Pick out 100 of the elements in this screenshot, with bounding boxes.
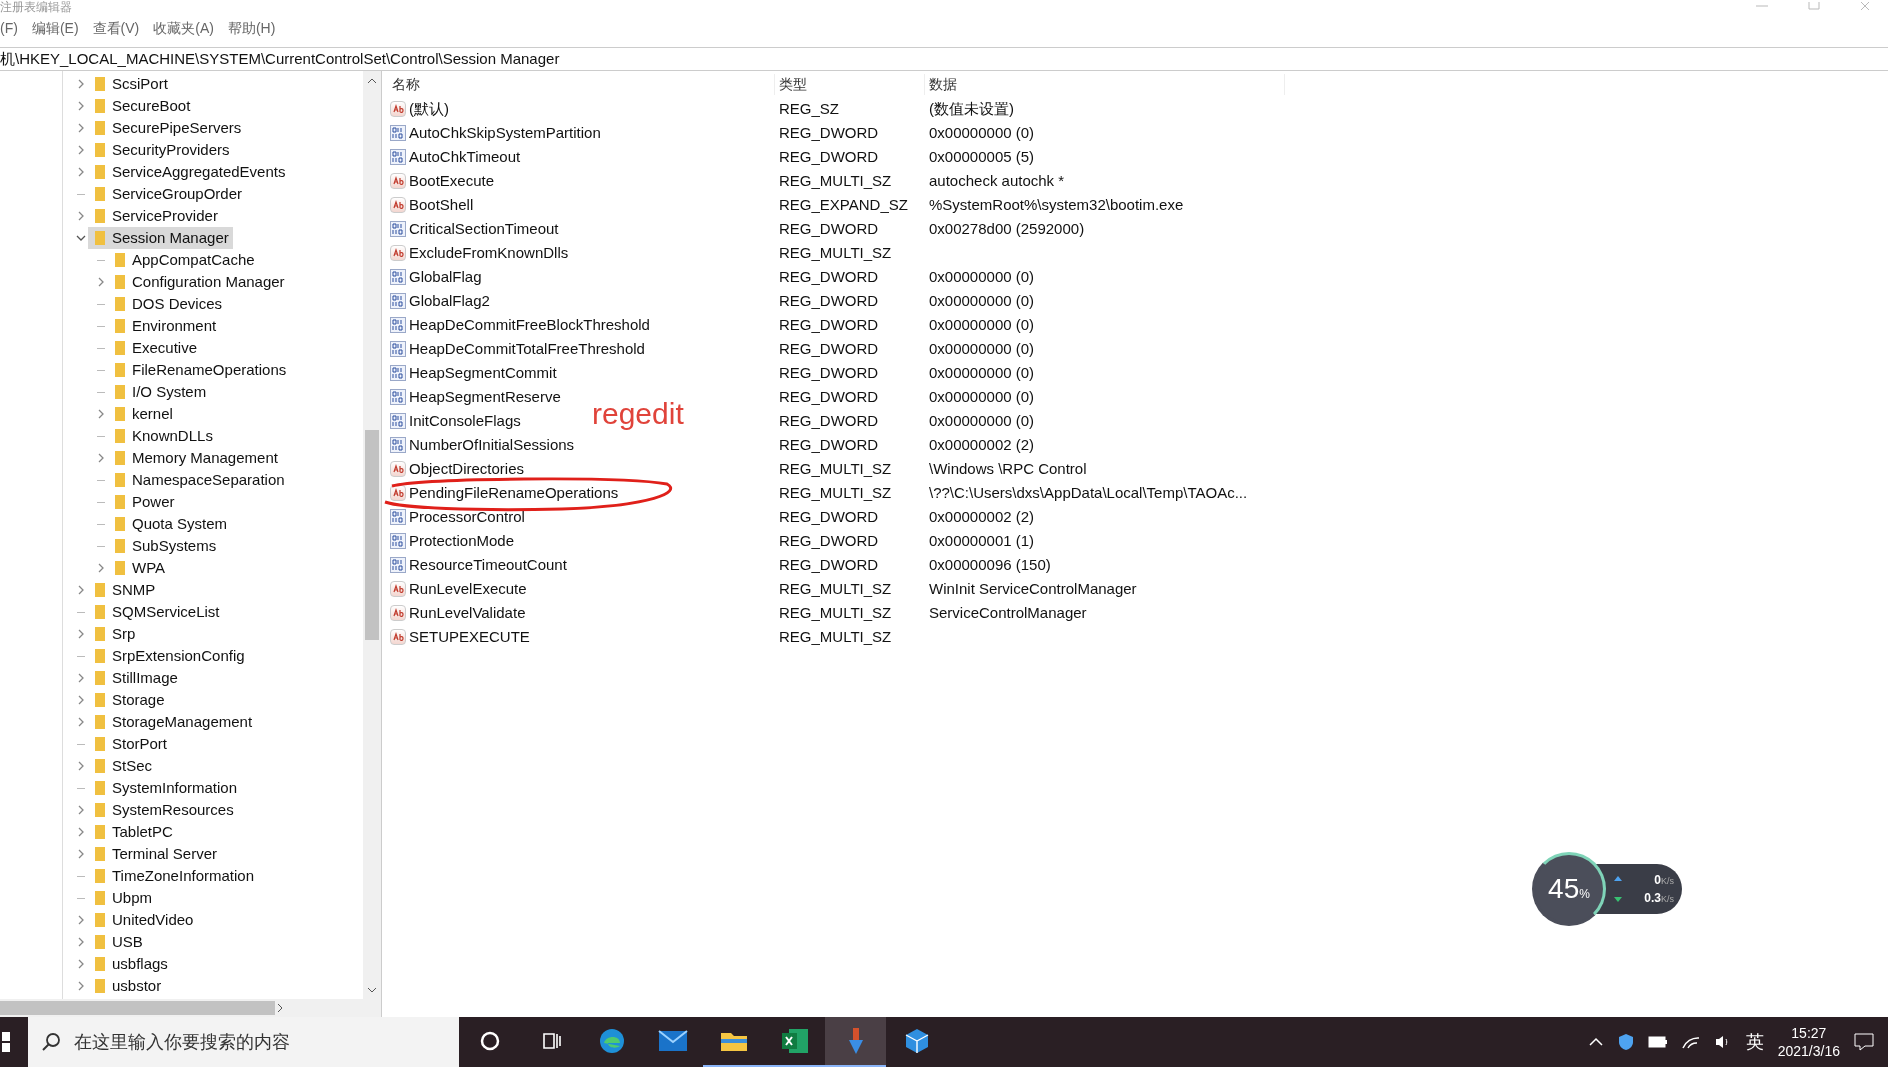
tree-item[interactable]: USB (88, 931, 147, 953)
value-name[interactable]: ObjectDirectories (409, 457, 525, 481)
tree-item[interactable]: SecureBoot (88, 95, 195, 117)
folder-icon (94, 978, 106, 994)
tree-item[interactable]: I/O System (108, 381, 211, 403)
tree-item[interactable]: Session Manager (88, 227, 233, 249)
tree-item[interactable]: ScsiPort (88, 73, 172, 95)
scrollbar-thumb[interactable] (0, 1001, 276, 1015)
tree-item[interactable]: Memory Management (108, 447, 282, 469)
tree-item[interactable]: NamespaceSeparation (108, 469, 289, 491)
table-cell-text: ServiceControlManager (928, 602, 1087, 623)
tree-item[interactable]: Ubpm (88, 887, 156, 909)
folder-icon (94, 670, 106, 686)
value-name[interactable]: AutoChkTimeout (409, 145, 521, 169)
tree-item[interactable]: usbflags (88, 953, 172, 975)
table-cell-text: 0x00000005 (5) (928, 146, 1035, 167)
tree-item[interactable]: TimeZoneInformation (88, 865, 258, 887)
battery-icon[interactable] (1647, 1036, 1668, 1048)
value-name[interactable]: InitConsoleFlags (409, 409, 521, 433)
tree-item[interactable]: StorPort (88, 733, 172, 755)
binary-value-icon (390, 293, 406, 309)
value-name[interactable]: BootShell (409, 193, 474, 217)
tree-item[interactable]: TabletPC (88, 821, 177, 843)
tree-item[interactable]: Terminal Server (88, 843, 222, 865)
horizontal-scrollbar[interactable] (0, 999, 381, 1017)
value-name[interactable]: HeapDeCommitFreeBlockThreshold (409, 313, 650, 337)
value-name[interactable]: PendingFileRenameOperations (409, 481, 619, 505)
tree-item[interactable]: usbstor (88, 975, 166, 997)
tree-item[interactable]: SystemInformation (88, 777, 242, 799)
tree-item[interactable]: Configuration Manager (108, 271, 289, 293)
input-method[interactable]: 英 (1745, 1028, 1764, 1056)
table-cell-text: 0x00000000 (0) (928, 122, 1035, 143)
tree-item[interactable]: StillImage (88, 667, 182, 689)
value-name[interactable]: ExcludeFromKnownDlls (409, 241, 569, 265)
value-name[interactable]: ResourceTimeoutCount (409, 553, 567, 577)
menu-item[interactable]: 查看(V) (92, 17, 140, 39)
value-name[interactable]: RunLevelExecute (409, 577, 527, 601)
tree-item[interactable]: Quota System (108, 513, 232, 535)
value-name[interactable]: (默认) (409, 97, 449, 121)
tree-item[interactable]: ServiceAggregatedEvents (88, 161, 290, 183)
tree-item[interactable]: StSec (88, 755, 157, 777)
value-name[interactable]: NumberOfInitialSessions (409, 433, 575, 457)
tree-item[interactable]: Srp (88, 623, 140, 645)
tree-item[interactable]: ServiceProvider (88, 205, 222, 227)
wifi-icon[interactable] (1681, 1034, 1700, 1050)
tree-item[interactable]: SystemResources (88, 799, 238, 821)
vertical-scrollbar[interactable] (363, 71, 381, 999)
tree-item[interactable]: KnownDLLs (108, 425, 217, 447)
table-cell-text: 0x00000000 (0) (928, 314, 1035, 335)
notification-icon[interactable] (1854, 1033, 1874, 1051)
tree-item[interactable]: WPA (108, 557, 170, 579)
tree-item[interactable]: StorageManagement (88, 711, 257, 733)
menu-item[interactable]: 编辑(E) (31, 17, 79, 39)
close-icon[interactable] (1860, 2, 1872, 10)
tree-item[interactable]: FileRenameOperations (108, 359, 291, 381)
value-name[interactable]: CriticalSectionTimeout (409, 217, 559, 241)
tree-item[interactable]: Storage (88, 689, 169, 711)
value-name[interactable]: HeapSegmentCommit (409, 361, 557, 385)
tree-item[interactable]: ServiceGroupOrder (88, 183, 247, 205)
value-name[interactable]: GlobalFlag (409, 265, 482, 289)
tree-item[interactable]: UnitedVideo (88, 909, 198, 931)
value-name[interactable]: GlobalFlag2 (409, 289, 490, 313)
column-header[interactable]: 类型 (775, 73, 925, 95)
tree-item[interactable]: SNMP (88, 579, 160, 601)
tree-item[interactable]: SecurityProviders (88, 139, 234, 161)
value-name[interactable]: RunLevelValidate (409, 601, 526, 625)
value-name[interactable]: HeapDeCommitTotalFreeThreshold (409, 337, 645, 361)
menu-item[interactable]: 帮助(H) (227, 17, 276, 39)
clock-date[interactable]: 2021/3/16 (1777, 1042, 1840, 1060)
shield-icon[interactable] (1617, 1033, 1634, 1051)
tree-item[interactable]: Power (108, 491, 179, 513)
tree-item[interactable]: SrpExtensionConfig (88, 645, 249, 667)
table-cell-text: 0x00000000 (0) (928, 338, 1035, 359)
tree-item[interactable]: SQMServiceList (88, 601, 224, 623)
value-name[interactable]: AutoChkSkipSystemPartition (409, 121, 601, 145)
value-name[interactable]: ProcessorControl (409, 505, 525, 529)
tree-item[interactable]: kernel (108, 403, 177, 425)
tree-item[interactable]: Executive (108, 337, 202, 359)
tree-item[interactable]: AppCompatCache (108, 249, 259, 271)
table-cell-text: REG_DWORD (778, 338, 880, 359)
menu-item[interactable]: (F) (0, 17, 18, 39)
address-bar[interactable]: 机\HKEY_LOCAL_MACHINE\SYSTEM\CurrentControlSet\Control\Session Manager (0, 47, 1888, 71)
tree-item[interactable]: Environment (108, 315, 221, 337)
value-name[interactable]: HeapSegmentReserve (409, 385, 561, 409)
scrollbar-thumb[interactable] (365, 430, 379, 640)
column-header[interactable]: 名称 (390, 73, 775, 95)
tree-item[interactable]: SecurePipeServers (88, 117, 246, 139)
search-field[interactable]: 在这里输入你要搜索的内容 (28, 1017, 459, 1067)
table-cell-text: 0x00000001 (1) (928, 530, 1035, 551)
menu-item[interactable]: 收藏夹(A) (153, 17, 214, 39)
chevron-up-icon[interactable] (1587, 1037, 1604, 1047)
value-name[interactable]: BootExecute (409, 169, 495, 193)
tree-item[interactable]: DOS Devices (108, 293, 227, 315)
column-header[interactable]: 数据 (925, 73, 1285, 95)
string-value-icon (390, 581, 406, 597)
string-value-icon (390, 461, 406, 477)
value-name[interactable]: SETUPEXECUTE (409, 625, 530, 649)
tree-item[interactable]: SubSystems (108, 535, 221, 557)
clock-time[interactable]: 15:27 (1791, 1024, 1827, 1042)
value-name[interactable]: ProtectionMode (409, 529, 515, 553)
